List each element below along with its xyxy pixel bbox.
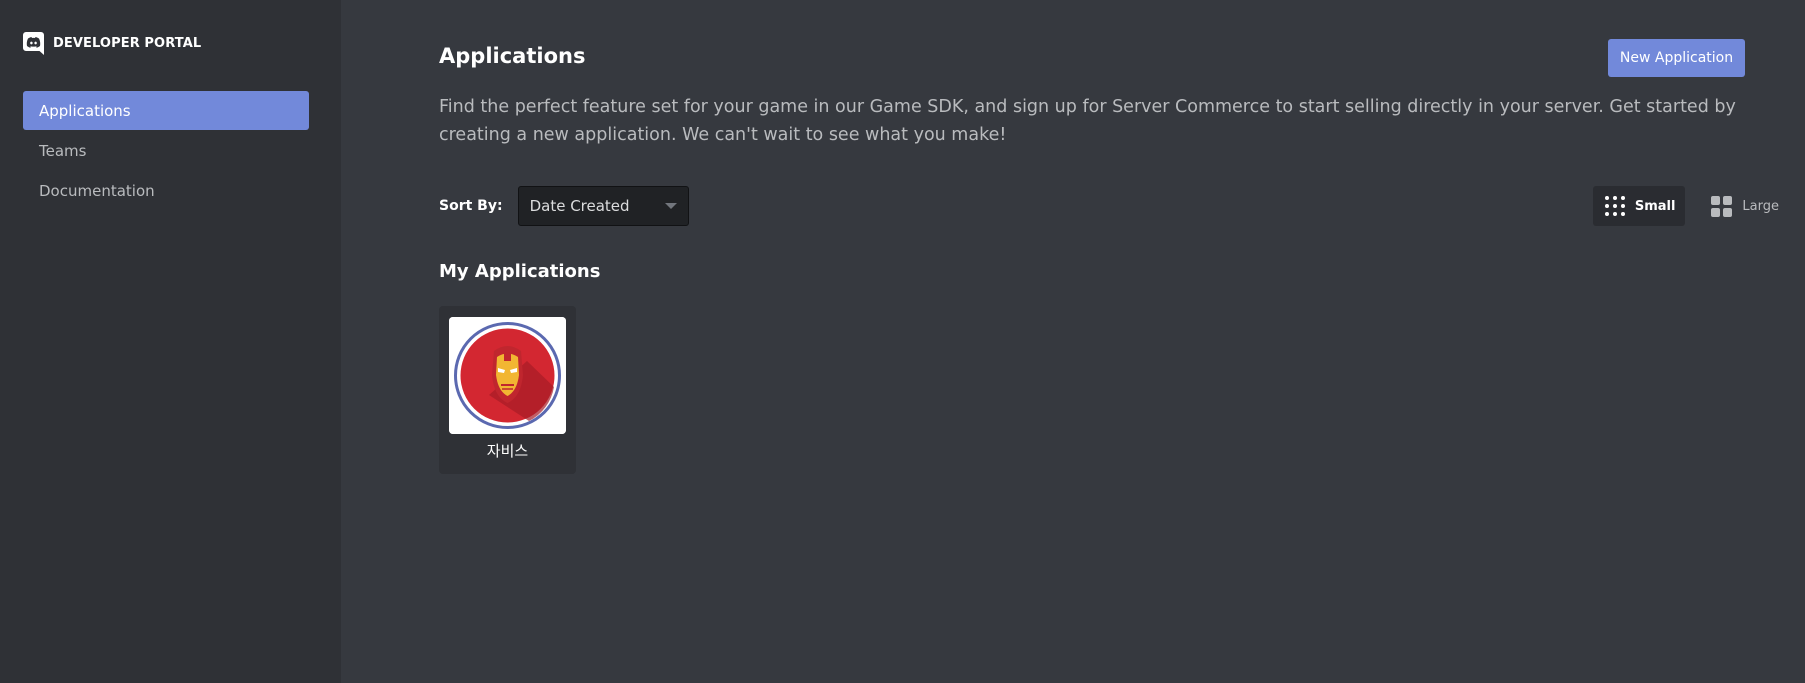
- sort-select[interactable]: Date Created: [517, 186, 689, 226]
- section-title: My Applications: [439, 261, 601, 282]
- brand-title: DEVELOPER PORTAL: [53, 36, 202, 51]
- sort-selected-value: Date Created: [529, 197, 630, 215]
- discord-logo-icon: [23, 32, 44, 55]
- small-grid-icon: [1604, 196, 1625, 216]
- large-grid-icon: [1711, 195, 1733, 217]
- main-content: Applications New Application Find the pe…: [341, 0, 1805, 683]
- page-title: Applications: [439, 44, 586, 68]
- application-card[interactable]: 자비스: [439, 306, 576, 474]
- sort-label: Sort By:: [439, 198, 503, 214]
- sort-row: Sort By: Date Created: [439, 186, 689, 226]
- iron-man-helmet-icon: [449, 317, 566, 434]
- new-application-button[interactable]: New Application: [1608, 39, 1745, 77]
- view-small-button[interactable]: Small: [1592, 186, 1686, 226]
- sidebar-item-applications[interactable]: Applications: [23, 91, 309, 130]
- application-name: 자비스: [486, 442, 529, 460]
- sidebar-item-teams[interactable]: Teams: [23, 131, 309, 170]
- chevron-down-icon: [664, 203, 677, 209]
- sidebar-item-documentation[interactable]: Documentation: [23, 171, 309, 210]
- view-small-label: Small: [1634, 198, 1676, 214]
- sidebar-nav: Applications Teams Documentation: [23, 91, 309, 211]
- page-description: Find the perfect feature set for your ga…: [439, 97, 1736, 145]
- view-large-label: Large: [1742, 198, 1779, 214]
- view-toggle: Small Large: [1592, 186, 1789, 226]
- brand[interactable]: DEVELOPER PORTAL: [23, 32, 201, 55]
- sidebar: DEVELOPER PORTAL Applications Teams Docu…: [0, 0, 341, 683]
- view-large-button[interactable]: Large: [1699, 186, 1789, 226]
